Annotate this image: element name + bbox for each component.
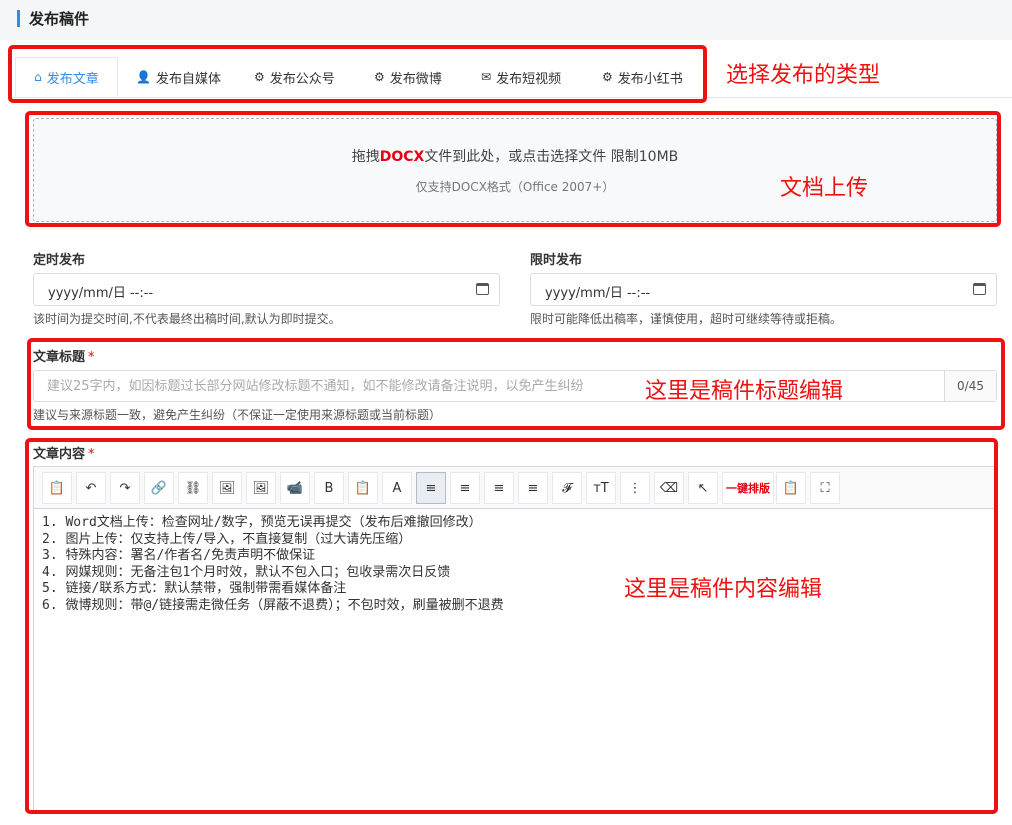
content-annotation-text: 这里是稿件内容编辑 (624, 577, 823, 602)
schedule-value: yyyy/mm/日 --:-- (48, 286, 154, 301)
title-annotation-box (27, 338, 1005, 430)
schedule-hint: 该时间为提交时间,不代表最终出稿时间,默认为即时提交。 (33, 312, 341, 326)
deadline-datetime-input[interactable]: yyyy/mm/日 --:-- (530, 273, 997, 306)
title-annotation-text: 这里是稿件标题编辑 (645, 379, 844, 404)
schedule-label: 定时发布 (33, 253, 86, 268)
content-annotation-box (25, 438, 998, 814)
tabs-annotation-text: 选择发布的类型 (726, 63, 881, 88)
upload-annotation-text: 文档上传 (780, 176, 869, 201)
calendar-icon[interactable] (973, 283, 986, 295)
deadline-hint: 限时可能降低出稿率，谨慎使用，超时可继续等待或拒稿。 (530, 312, 843, 326)
page-title: 发布稿件 (29, 10, 90, 28)
upload-annotation-box (25, 111, 1001, 227)
deadline-label: 限时发布 (530, 253, 583, 268)
page-header: 发布稿件 (0, 0, 1012, 40)
schedule-datetime-input[interactable]: yyyy/mm/日 --:-- (33, 273, 500, 306)
tabs-annotation-box (8, 45, 707, 103)
title-accent-bar (17, 10, 20, 27)
deadline-value: yyyy/mm/日 --:-- (545, 286, 651, 301)
calendar-icon[interactable] (476, 283, 489, 295)
